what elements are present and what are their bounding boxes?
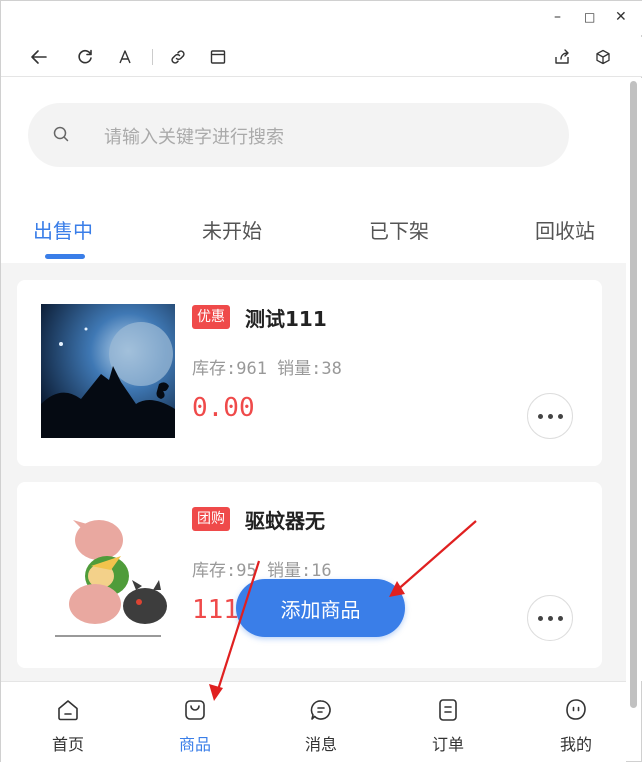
- share-icon[interactable]: [550, 45, 574, 69]
- bag-icon: [182, 697, 208, 727]
- product-price: 0.00: [192, 393, 255, 423]
- product-title[interactable]: 驱蚊器无: [245, 505, 325, 534]
- product-title[interactable]: 测试111: [245, 303, 327, 332]
- order-icon: [435, 697, 461, 727]
- cube-icon[interactable]: [591, 45, 615, 69]
- minimize-button[interactable]: –: [554, 9, 561, 25]
- refresh-icon[interactable]: [73, 45, 97, 69]
- header-panel: 请输入关键字进行搜索 出售中 未开始 已下架 回收站: [1, 78, 626, 263]
- toolbar-divider: [152, 49, 153, 65]
- cartoon-character-image[interactable]: [41, 506, 175, 640]
- more-options-button[interactable]: [527, 393, 573, 439]
- bottom-navigation: 首页 商品 消息 订单 我的: [1, 681, 626, 763]
- scrollbar-thumb[interactable]: [630, 81, 637, 708]
- tab-recycle-bin[interactable]: 回收站: [535, 215, 595, 244]
- search-bar[interactable]: 请输入关键字进行搜索: [28, 103, 569, 167]
- maximize-button[interactable]: □: [584, 9, 595, 25]
- more-dot: [537, 615, 543, 621]
- more-dot: [557, 413, 563, 419]
- tab-off-shelf[interactable]: 已下架: [369, 215, 429, 244]
- discount-badge: 优惠: [192, 305, 230, 329]
- nav-item-profile[interactable]: 我的: [531, 682, 621, 764]
- nav-item-home[interactable]: 首页: [23, 682, 113, 764]
- active-tab-indicator: [45, 254, 85, 259]
- nav-label: 消息: [304, 735, 337, 754]
- search-icon: [52, 125, 70, 147]
- product-stock-sales: 库存:961 销量:38: [192, 359, 342, 379]
- search-placeholder: 请输入关键字进行搜索: [104, 127, 284, 148]
- nav-label: 首页: [51, 735, 84, 754]
- nav-label: 我的: [559, 735, 592, 754]
- back-icon[interactable]: [27, 45, 51, 69]
- product-card[interactable]: 团购 驱蚊器无 库存:95 销量:16 111: [17, 482, 602, 668]
- link-icon[interactable]: [166, 45, 190, 69]
- font-size-icon[interactable]: [113, 45, 137, 69]
- tab-on-sale[interactable]: 出售中: [33, 215, 93, 244]
- close-button[interactable]: ✕: [615, 9, 627, 25]
- nav-item-orders[interactable]: 订单: [403, 682, 493, 764]
- home-icon: [55, 697, 81, 727]
- browser-toolbar: [1, 37, 642, 77]
- wolf-moon-image[interactable]: [41, 304, 175, 438]
- more-dot: [547, 413, 553, 419]
- app-window: – □ ✕ 请输入关键字进行搜索 出售中 未开始 已下架 回收站 优惠 测试11…: [0, 0, 642, 763]
- nav-item-products[interactable]: 商品: [150, 682, 240, 764]
- more-dot: [547, 615, 553, 621]
- nav-item-messages[interactable]: 消息: [276, 682, 366, 764]
- product-card[interactable]: 优惠 测试111 库存:961 销量:38 0.00: [17, 280, 602, 466]
- profile-icon: [563, 697, 589, 727]
- message-icon: [308, 697, 334, 727]
- group-buy-badge: 团购: [192, 507, 230, 531]
- add-product-button[interactable]: 添加商品: [236, 579, 405, 637]
- tab-not-started[interactable]: 未开始: [202, 215, 262, 244]
- nav-label: 订单: [431, 735, 464, 754]
- nav-label: 商品: [178, 735, 211, 754]
- more-options-button[interactable]: [527, 595, 573, 641]
- window-panel-icon[interactable]: [206, 45, 230, 69]
- product-stock-sales: 库存:95 销量:16: [192, 561, 332, 581]
- window-titlebar: – □ ✕: [1, 1, 642, 35]
- more-dot: [537, 413, 543, 419]
- product-price: 111: [192, 595, 239, 625]
- more-dot: [557, 615, 563, 621]
